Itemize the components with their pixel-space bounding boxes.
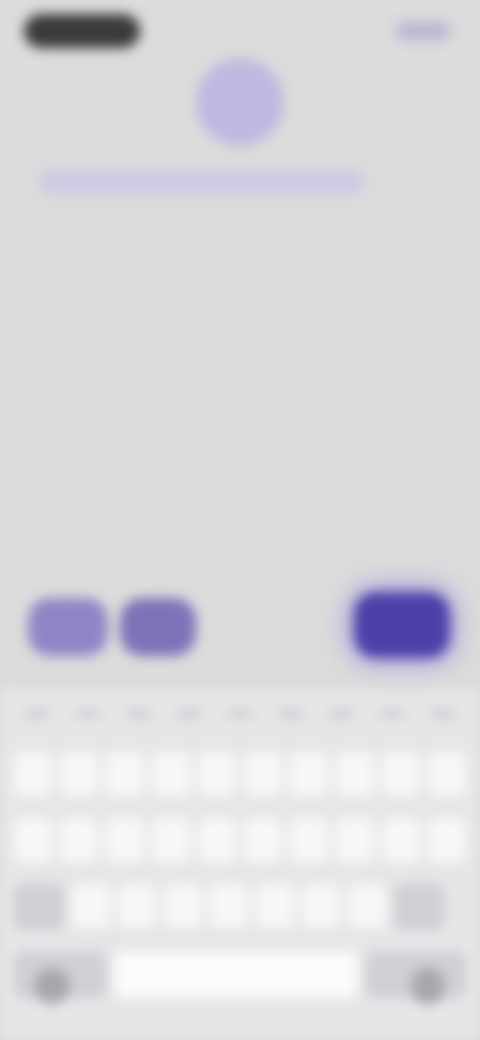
globe-icon[interactable] [34, 968, 70, 1004]
key[interactable] [60, 818, 98, 864]
key[interactable] [428, 752, 466, 798]
keyboard-row-1 [14, 752, 466, 798]
app-screen [0, 0, 480, 1040]
on-screen-keyboard[interactable] [0, 690, 480, 1040]
delete-key[interactable] [394, 884, 444, 930]
key[interactable] [382, 818, 420, 864]
key[interactable] [210, 884, 248, 930]
key[interactable] [152, 752, 190, 798]
suggestion-item[interactable] [379, 709, 404, 719]
suggestion-item[interactable] [177, 709, 202, 719]
suggestion-item[interactable] [278, 709, 303, 719]
secondary-button-1[interactable] [28, 598, 108, 656]
suggestion-item[interactable] [430, 709, 455, 719]
key[interactable] [106, 818, 144, 864]
microphone-icon[interactable] [412, 968, 444, 1004]
space-key[interactable] [114, 952, 358, 998]
suggestion-item[interactable] [75, 709, 100, 719]
shift-key[interactable] [14, 884, 64, 930]
key[interactable] [198, 752, 236, 798]
status-time-pill [24, 14, 140, 48]
keyboard-bottom-row [14, 952, 466, 998]
key[interactable] [256, 884, 294, 930]
suggestion-item[interactable] [25, 709, 50, 719]
key[interactable] [290, 818, 328, 864]
key[interactable] [336, 818, 374, 864]
key[interactable] [14, 818, 52, 864]
page-title [40, 170, 364, 194]
keyboard-row-2 [14, 818, 466, 864]
status-icons [396, 22, 450, 40]
keyboard-row-3 [14, 884, 444, 930]
suggestion-item[interactable] [227, 709, 252, 719]
key[interactable] [348, 884, 386, 930]
key[interactable] [106, 752, 144, 798]
key[interactable] [14, 752, 52, 798]
key[interactable] [60, 752, 98, 798]
key[interactable] [72, 884, 110, 930]
suggestion-bar[interactable] [0, 690, 480, 738]
avatar [196, 58, 284, 146]
key[interactable] [302, 884, 340, 930]
primary-button[interactable] [354, 592, 450, 658]
key[interactable] [244, 752, 282, 798]
key[interactable] [152, 818, 190, 864]
suggestion-item[interactable] [329, 709, 354, 719]
key[interactable] [290, 752, 328, 798]
key[interactable] [428, 818, 466, 864]
secondary-button-2[interactable] [120, 598, 196, 656]
key[interactable] [336, 752, 374, 798]
suggestion-item[interactable] [126, 709, 151, 719]
key[interactable] [244, 818, 282, 864]
key[interactable] [198, 818, 236, 864]
key[interactable] [164, 884, 202, 930]
key[interactable] [118, 884, 156, 930]
key[interactable] [382, 752, 420, 798]
